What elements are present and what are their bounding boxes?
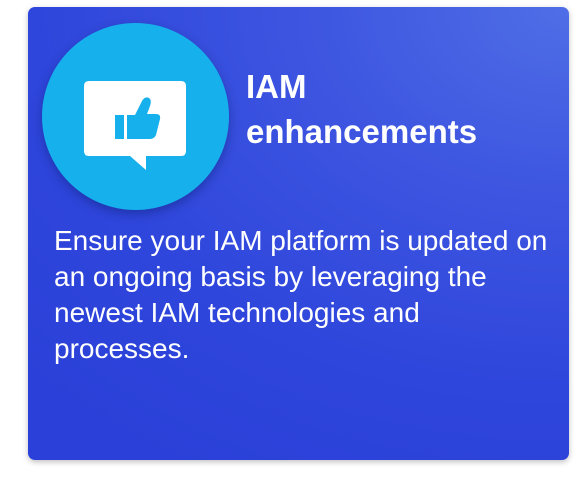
card-description: Ensure your IAM platform is updated on a… (54, 225, 548, 364)
feature-icon-badge (42, 23, 229, 210)
card-title-line-2: enhancements (246, 113, 478, 150)
card-title-line-1: IAM (246, 68, 307, 105)
thumbs-up-speech-bubble-icon (84, 81, 186, 170)
card-title: IAM enhancements (246, 64, 556, 154)
feature-card: IAM enhancements Ensure your IAM platfor… (28, 7, 569, 460)
